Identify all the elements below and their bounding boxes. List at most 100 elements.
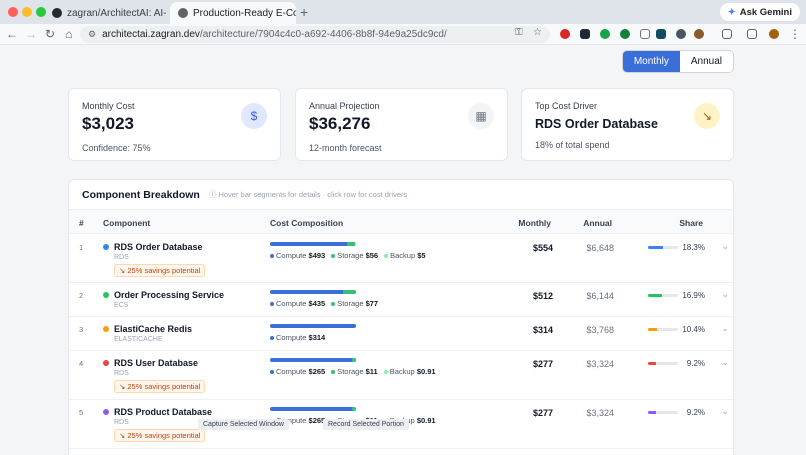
reload-icon[interactable]: ↻ xyxy=(43,27,57,41)
extension-icon[interactable] xyxy=(656,29,666,39)
chevron-down-icon[interactable]: ⌄ xyxy=(721,323,729,334)
panel-hint: ⓘ Hover bar segments for details · click… xyxy=(209,189,407,200)
trending-down-icon: ↘ xyxy=(119,431,126,440)
component-service: ELASTICACHE xyxy=(114,336,163,343)
card-value: RDS Order Database xyxy=(535,117,658,131)
monthly-cost: $277 xyxy=(532,359,553,369)
ask-gemini-button[interactable]: ✦ Ask Gemini xyxy=(719,3,800,21)
bar-segment[interactable] xyxy=(270,407,353,411)
url-path: /architecture/7904c4c0-a692-4406-8b8f-94… xyxy=(199,29,447,40)
bar-segment[interactable] xyxy=(270,358,353,362)
extension-icon[interactable] xyxy=(600,29,610,39)
close-window-button[interactable] xyxy=(8,7,18,17)
bar-segment[interactable] xyxy=(270,290,344,294)
extension-icon[interactable] xyxy=(580,29,590,39)
cost-composition-bar[interactable] xyxy=(270,290,356,294)
extension-icon[interactable] xyxy=(676,29,686,39)
legend-item: Backup $5 xyxy=(384,251,426,260)
share-bar xyxy=(648,328,678,331)
cost-composition-bar[interactable] xyxy=(270,358,356,362)
share-bar-fill xyxy=(648,362,656,365)
share-bar xyxy=(648,411,678,414)
bookmark-star-icon[interactable]: ☆ xyxy=(533,27,542,38)
cost-composition-bar[interactable] xyxy=(270,242,356,246)
legend-dot xyxy=(331,254,336,259)
table-row[interactable]: 3 ElastiCache Redis ELASTICACHE Compute $31… xyxy=(69,317,733,351)
new-tab-button[interactable]: + xyxy=(300,4,308,20)
share-bar-fill xyxy=(648,328,657,331)
tab-title: Production-Ready E-Commer xyxy=(193,7,296,19)
card-value: $36,276 xyxy=(309,114,371,133)
avatar[interactable] xyxy=(769,29,779,39)
extension-icon[interactable] xyxy=(694,29,704,39)
puzzle-extensions-icon[interactable] xyxy=(722,29,732,39)
legend-label: Storage xyxy=(337,367,364,376)
page-content: Monthly Annual Monthly Cost $3,023 Confi… xyxy=(0,45,806,455)
component-breakdown-panel: Component Breakdown ⓘ Hover bar segments… xyxy=(68,179,734,455)
annual-toggle-button[interactable]: Annual xyxy=(680,51,733,72)
legend-value: $314 xyxy=(308,333,326,342)
share-bar-fill xyxy=(648,294,663,297)
legend-value: $493 xyxy=(308,251,326,260)
chevron-down-icon[interactable]: ⌄ xyxy=(721,241,729,252)
extension-icon[interactable] xyxy=(560,29,570,39)
bar-segment[interactable] xyxy=(343,290,356,294)
record-tooltip: Record Selected Portion xyxy=(323,419,409,430)
forward-arrow-icon[interactable]: → xyxy=(24,27,38,41)
column-header-annual: Annual xyxy=(583,218,612,228)
minimize-window-button[interactable] xyxy=(22,7,32,17)
share-bar xyxy=(648,362,678,365)
cost-composition-bar[interactable] xyxy=(270,324,356,328)
info-icon: ⓘ xyxy=(208,190,217,199)
component-name: RDS User Database xyxy=(114,358,199,368)
legend-label: Backup xyxy=(390,251,416,260)
browser-menu-icon[interactable]: ⋮ xyxy=(788,27,802,41)
row-number: 4 xyxy=(79,359,84,368)
bar-segment[interactable] xyxy=(346,242,356,246)
browser-tab-bar: zagran/ArchitectAI: AI-Powe ✕ Production… xyxy=(0,0,806,24)
legend-item: Compute $493 xyxy=(270,251,325,260)
legend-item: Storage $11 xyxy=(331,367,378,376)
cost-composition-bar[interactable] xyxy=(270,407,356,411)
chevron-down-icon[interactable]: ⌄ xyxy=(721,289,729,300)
component-color-dot xyxy=(103,292,109,298)
extension-icon[interactable] xyxy=(640,29,650,39)
savings-text: 25% savings potential xyxy=(127,266,201,275)
browser-tab-github[interactable]: zagran/ArchitectAI: AI-Powe ✕ xyxy=(44,2,166,24)
github-icon xyxy=(52,8,62,18)
card-label: Annual Projection xyxy=(309,101,380,111)
legend-dot xyxy=(331,302,336,307)
trending-down-icon: ↘ xyxy=(694,103,720,129)
bar-segment[interactable] xyxy=(355,242,356,246)
site-info-icon[interactable]: ⚙ xyxy=(88,29,96,40)
hint-text: Hover bar segments for details · click r… xyxy=(218,190,408,199)
extension-icon[interactable] xyxy=(620,29,630,39)
table-row[interactable]: 2 Order Processing Service ECS Compute $435… xyxy=(69,283,733,317)
legend-item: Storage $56 xyxy=(331,251,378,260)
legend-label: Backup xyxy=(389,367,415,376)
monthly-cost-card: Monthly Cost $3,023 Confidence: 75% $ xyxy=(68,88,281,161)
table-row[interactable]: 4 RDS User Database RDS ↘ 25% savings poten… xyxy=(69,351,733,400)
annual-cost: $3,324 xyxy=(586,408,614,418)
chevron-down-icon[interactable]: ⌄ xyxy=(721,357,729,368)
savings-badge: ↘ 25% savings potential xyxy=(114,429,206,442)
home-icon[interactable]: ⌂ xyxy=(62,27,76,41)
component-color-dot xyxy=(103,244,109,250)
monthly-toggle-button[interactable]: Monthly xyxy=(622,51,680,72)
legend-dot xyxy=(270,254,274,259)
chevron-down-icon[interactable]: ⌄ xyxy=(721,406,729,417)
bar-segment[interactable] xyxy=(270,324,356,328)
table-row[interactable]: 1 RDS Order Database RDS ↘ 25% savings pote… xyxy=(69,235,733,283)
globe-icon xyxy=(178,8,188,18)
downloads-icon[interactable] xyxy=(747,29,757,39)
browser-tab-active[interactable]: Production-Ready E-Commer ✕ xyxy=(170,2,296,24)
password-key-icon[interactable]: ⚿ xyxy=(515,27,523,38)
legend-item: Compute $435 xyxy=(270,299,325,308)
legend-dot xyxy=(270,336,274,341)
legend-item: Compute $314 xyxy=(270,333,325,342)
row-number: 3 xyxy=(79,325,84,334)
address-bar[interactable]: ⚙ architectai.zagran.dev/architecture/79… xyxy=(80,26,550,43)
component-service: RDS xyxy=(114,419,129,426)
bar-segment[interactable] xyxy=(270,242,347,246)
back-arrow-icon[interactable]: ← xyxy=(5,27,19,41)
